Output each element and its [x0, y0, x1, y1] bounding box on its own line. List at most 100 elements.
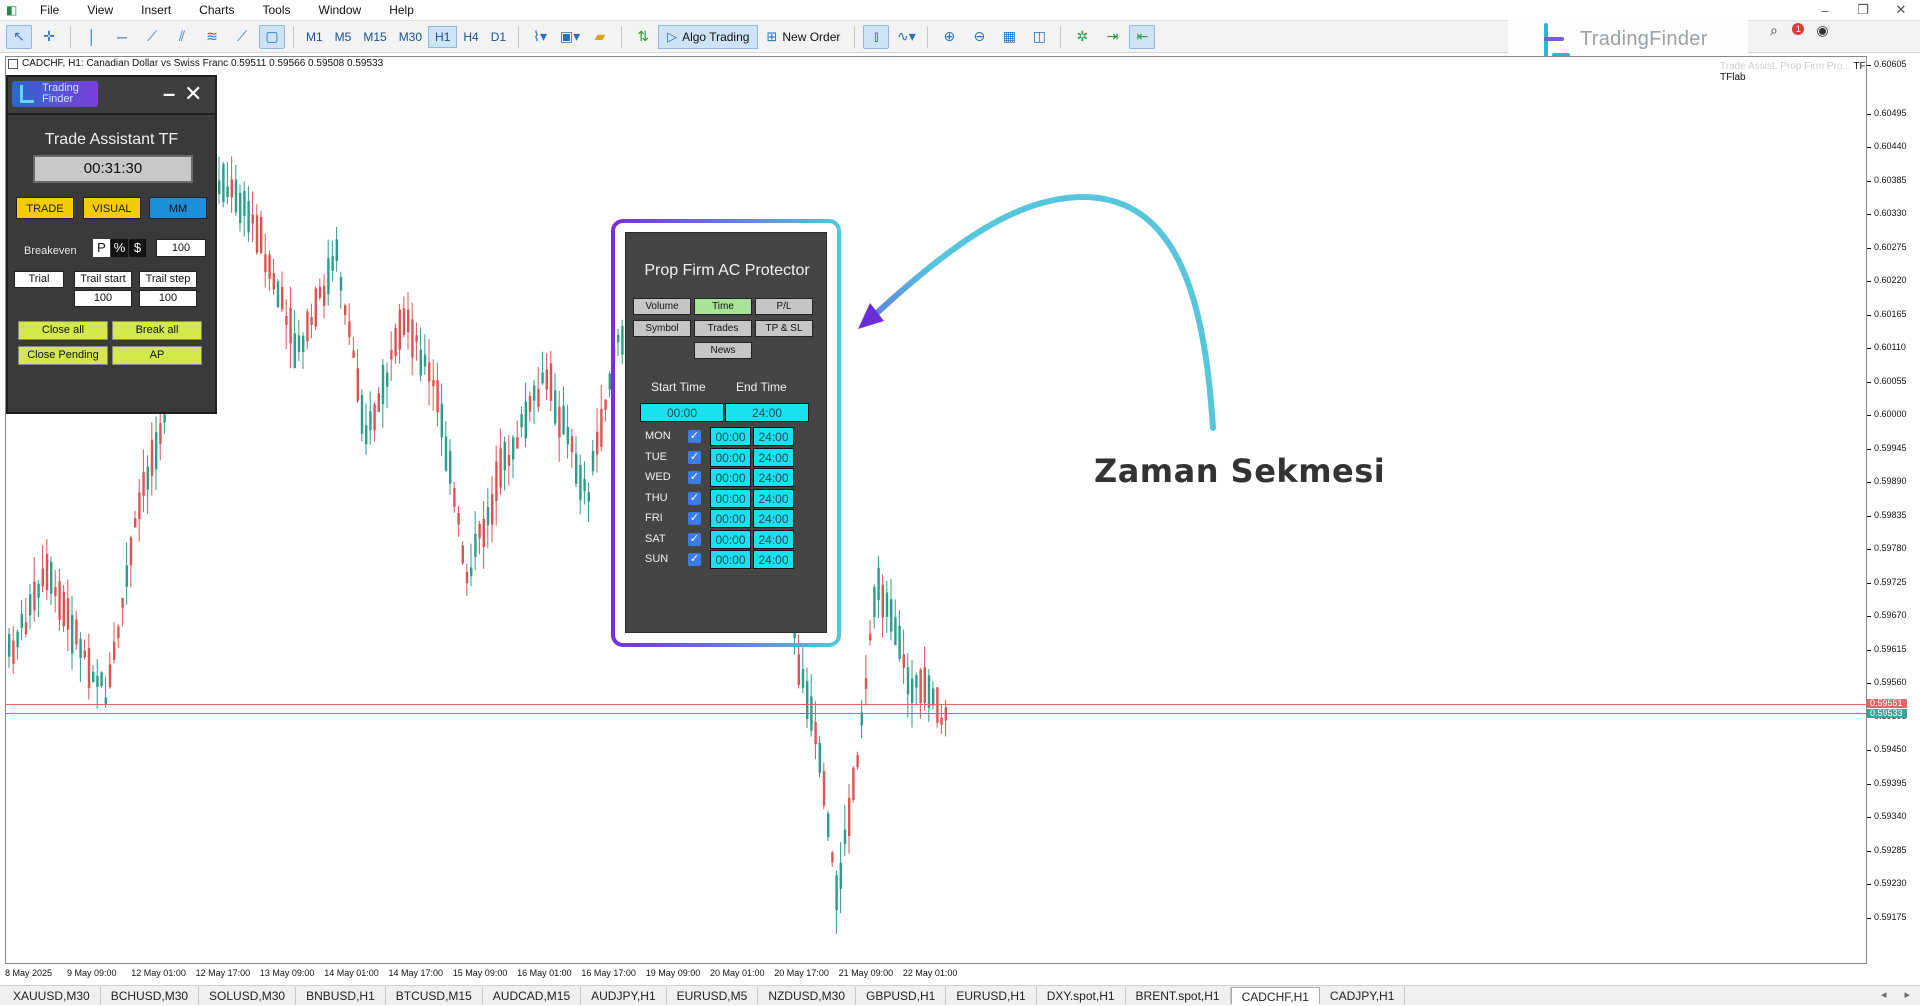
day-checkbox-mon[interactable]: ✓	[688, 430, 701, 443]
timeframe-m1[interactable]: M1	[300, 26, 329, 48]
menu-insert[interactable]: Insert	[127, 0, 185, 20]
candlestick-chart-icon[interactable]: ⫾	[863, 24, 890, 49]
menu-help[interactable]: Help	[375, 0, 428, 20]
vertical-line-icon[interactable]: │	[79, 25, 105, 49]
tab-volume[interactable]: Volume	[633, 298, 691, 315]
zoom-out-icon[interactable]: ⊖	[966, 25, 992, 49]
day-end-time-sat[interactable]: 24:00	[753, 529, 794, 549]
day-start-time-tue[interactable]: 00:00	[710, 447, 751, 467]
shapes-icon[interactable]: ⟋	[229, 25, 255, 49]
restore-icon[interactable]: ❐	[1844, 2, 1882, 18]
timeframe-m15[interactable]: M15	[357, 26, 392, 48]
chart-shift-icon[interactable]: ⇤	[1129, 24, 1156, 49]
day-checkbox-wed[interactable]: ✓	[688, 471, 701, 484]
tab-symbol[interactable]: Symbol	[633, 320, 691, 337]
day-start-time-mon[interactable]: 00:00	[710, 427, 751, 446]
symbol-tab[interactable]: CADCHF,H1	[1230, 986, 1320, 1005]
close-pending-button[interactable]: Close Pending	[18, 346, 108, 365]
minimize-icon[interactable]: –	[1806, 3, 1844, 18]
menu-file[interactable]: File	[26, 0, 73, 20]
trail-start-input[interactable]: 100	[74, 290, 132, 307]
screenshot-icon[interactable]: ◫	[1026, 25, 1052, 49]
mm-mode-button[interactable]: MM	[149, 197, 207, 219]
menu-tools[interactable]: Tools	[249, 0, 305, 20]
menu-charts[interactable]: Charts	[185, 0, 248, 20]
visual-mode-button[interactable]: VISUAL	[83, 197, 141, 219]
breakeven-points-toggle[interactable]: P	[93, 239, 110, 257]
symbol-tab[interactable]: BRENT.spot,H1	[1126, 986, 1231, 1005]
minimize-panel-icon[interactable]: –	[163, 81, 175, 107]
time-axis[interactable]: 8 May 2025 9 May 09:00 12 May 01:00 12 May …	[5, 964, 1867, 984]
symbol-tab[interactable]: EURUSD,M5	[667, 986, 759, 1005]
breakeven-value-input[interactable]: 100	[156, 239, 206, 257]
cursor-icon[interactable]: ↖	[6, 24, 32, 49]
global-end-time-input[interactable]: 24:00	[725, 403, 809, 422]
market-watch-icon[interactable]: ⇅	[630, 25, 656, 49]
channel-icon[interactable]: ⫽	[169, 25, 195, 49]
metatrader-app-icon[interactable]: ◧	[6, 3, 20, 17]
grid-icon[interactable]: ▦	[996, 25, 1022, 49]
menu-window[interactable]: Window	[305, 0, 376, 20]
trendline-icon[interactable]: ⟋	[139, 25, 165, 49]
algo-trading-button[interactable]: ▷ Algo Trading	[658, 24, 759, 49]
trail-toggle-button[interactable]: Trial	[14, 271, 64, 288]
symbol-tab[interactable]: EURUSD,H1	[946, 986, 1037, 1005]
break-all-button[interactable]: Break all	[112, 321, 202, 340]
global-start-time-input[interactable]: 00:00	[640, 403, 724, 422]
horizontal-line-icon[interactable]: ─	[109, 25, 135, 49]
close-icon[interactable]: ✕	[1882, 2, 1920, 18]
symbol-tab[interactable]: AUDCAD,M15	[483, 986, 582, 1005]
scroll-right-icon[interactable]: ▸	[1904, 988, 1910, 1001]
new-order-button[interactable]: ⊞ New Order	[758, 25, 848, 49]
symbol-tab[interactable]: CADJPY,H1	[1320, 986, 1406, 1005]
ap-button[interactable]: AP	[112, 346, 202, 365]
tab-pl[interactable]: P/L	[755, 298, 813, 315]
indicators-icon[interactable]: ⌇▾	[527, 25, 553, 49]
day-start-time-sun[interactable]: 00:00	[710, 550, 751, 569]
day-end-time-tue[interactable]: 24:00	[753, 447, 794, 467]
day-checkbox-fri[interactable]: ✓	[688, 512, 701, 525]
symbol-tab[interactable]: SOLUSD,M30	[199, 986, 297, 1005]
close-all-button[interactable]: Close all	[18, 321, 108, 340]
day-checkbox-thu[interactable]: ✓	[688, 491, 701, 505]
timeframe-h1[interactable]: H1	[428, 25, 458, 48]
symbol-tab[interactable]: BCHUSD,M30	[101, 986, 200, 1005]
trade-assistant-titlebar[interactable]: Trading Finder – ✕	[8, 77, 215, 115]
search-icon[interactable]: ⌕	[1770, 22, 1778, 39]
symbol-tab[interactable]: BNBUSD,H1	[296, 986, 386, 1005]
day-start-time-thu[interactable]: 00:00	[710, 488, 751, 508]
timeframe-h4[interactable]: H4	[457, 26, 484, 48]
breakeven-percent-toggle[interactable]: %	[111, 239, 128, 257]
breakeven-dollar-toggle[interactable]: $	[129, 239, 146, 257]
price-axis[interactable]: 0.60605 0.60495 0.60440 0.60385 0.60330 0.602…	[1867, 56, 1920, 964]
account-icon[interactable]: ◉	[1816, 22, 1828, 39]
zoom-in-icon[interactable]: ⊕	[936, 25, 962, 49]
symbol-tab[interactable]: AUDJPY,H1	[581, 986, 667, 1005]
day-checkbox-sat[interactable]: ✓	[688, 532, 701, 546]
day-end-time-sun[interactable]: 24:00	[753, 550, 794, 569]
timeframe-d1[interactable]: D1	[485, 26, 512, 48]
objects-icon[interactable]: ▢	[259, 24, 285, 49]
day-start-time-wed[interactable]: 00:00	[710, 468, 751, 487]
symbol-tab[interactable]: DXY.spot,H1	[1037, 986, 1126, 1005]
tab-news[interactable]: News	[694, 342, 752, 359]
day-end-time-fri[interactable]: 24:00	[753, 509, 794, 528]
autoscroll-icon[interactable]: ⇥	[1099, 25, 1125, 49]
close-panel-icon[interactable]: ✕	[184, 81, 202, 107]
day-start-time-sat[interactable]: 00:00	[710, 529, 751, 549]
timeframe-m30[interactable]: M30	[393, 26, 428, 48]
crosshair-icon[interactable]: ✛	[36, 25, 62, 49]
symbol-tab[interactable]: BTCUSD,M15	[386, 986, 483, 1005]
trade-mode-button[interactable]: TRADE	[16, 197, 74, 219]
day-end-time-thu[interactable]: 24:00	[753, 488, 794, 508]
tab-time[interactable]: Time	[694, 298, 752, 315]
symbol-tab[interactable]: NZDUSD,M30	[758, 986, 856, 1005]
timeframe-m5[interactable]: M5	[329, 26, 358, 48]
notifications-icon[interactable]: ◔1	[1790, 22, 1805, 39]
day-checkbox-tue[interactable]: ✓	[688, 450, 701, 464]
templates-icon[interactable]: ▣▾	[557, 25, 583, 49]
symbol-tab[interactable]: XAUUSD,M30	[3, 986, 101, 1005]
trail-step-input[interactable]: 100	[139, 290, 197, 307]
day-checkbox-sun[interactable]: ✓	[688, 553, 701, 566]
tab-tp-sl[interactable]: TP & SL	[755, 320, 813, 337]
